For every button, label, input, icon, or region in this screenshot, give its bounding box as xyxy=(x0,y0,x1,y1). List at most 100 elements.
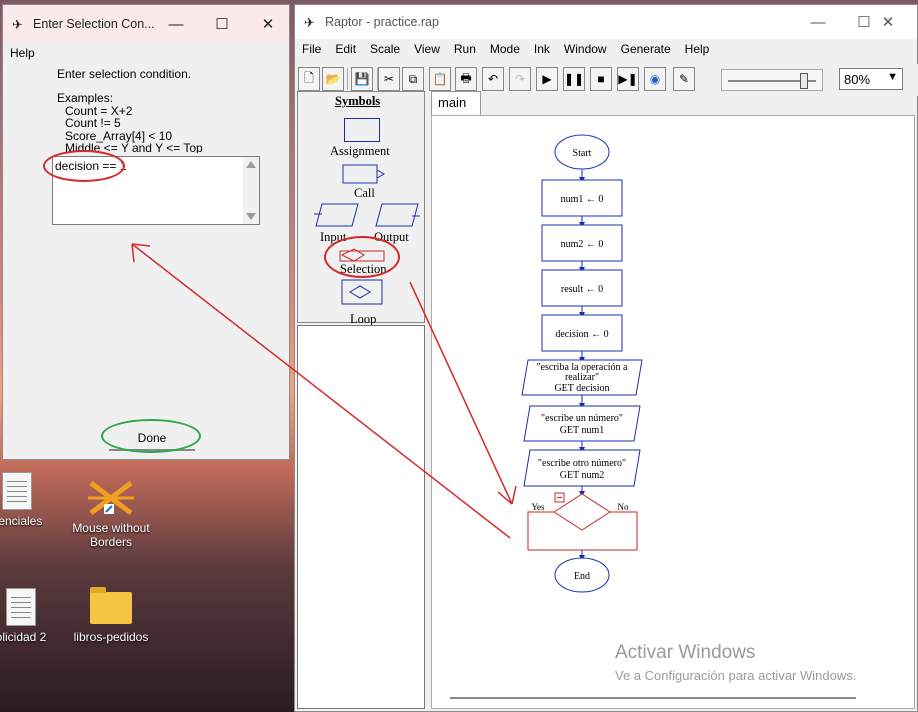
document-icon xyxy=(2,472,32,510)
flow-input-get: GET decision xyxy=(554,383,609,394)
close-button[interactable]: ✕ xyxy=(245,5,291,43)
annotation-green-ellipse xyxy=(101,419,201,453)
instruction-text: Enter selection condition. xyxy=(57,67,192,81)
menu-edit[interactable]: Edit xyxy=(328,42,363,56)
menu-mode[interactable]: Mode xyxy=(483,42,527,56)
desktop-icon-publicidad[interactable]: olicidad 2 xyxy=(0,588,66,644)
menu-generate[interactable]: Generate xyxy=(614,42,678,56)
toolbar-separator xyxy=(347,68,348,90)
menu-scale[interactable]: Scale xyxy=(363,42,407,56)
undo-icon[interactable]: ↶ xyxy=(482,67,504,91)
slider-thumb[interactable] xyxy=(800,73,808,89)
symbol-output[interactable] xyxy=(374,202,422,230)
flow-input-get: GET num2 xyxy=(560,470,605,481)
pen-icon[interactable]: ✎ xyxy=(673,67,695,91)
flow-assign-text: decision ← 0 xyxy=(555,329,608,340)
pause-icon[interactable]: ❚❚ xyxy=(563,67,585,91)
paste-icon[interactable]: 📋 xyxy=(429,67,451,91)
desktop-icon-mouse-without-borders[interactable]: Mouse without Borders xyxy=(66,478,156,549)
stop-icon[interactable]: ■ xyxy=(590,67,612,91)
menu-help[interactable]: Help xyxy=(3,46,42,60)
symbol-input[interactable] xyxy=(314,202,362,230)
copy-icon[interactable]: ⧉ xyxy=(402,67,424,91)
dialog-titlebar[interactable]: ✈ Enter Selection Con... — ☐ ✕ xyxy=(3,5,289,43)
test-server-icon[interactable]: ◉ xyxy=(644,67,666,91)
flow-input-prompt: "escribe un número" xyxy=(541,413,623,424)
watermark-title: Activar Windows xyxy=(615,642,756,663)
menu-window[interactable]: Window xyxy=(557,42,614,56)
minimize-button[interactable]: — xyxy=(795,5,841,39)
flow-assign-num2[interactable]: num2 ← 0 xyxy=(541,224,623,262)
zoom-select[interactable]: 80% ▼ xyxy=(839,68,903,90)
symbol-loop[interactable] xyxy=(340,278,388,308)
raptor-window: ✈ Raptor - practice.rap — ☐ ✕ File Edit … xyxy=(294,4,918,712)
raptor-logo-icon: ✈ xyxy=(304,15,315,30)
flow-input-prompt: "escribe otro número" xyxy=(538,458,626,469)
flow-start-text: Start xyxy=(573,148,592,159)
mouse-without-borders-icon xyxy=(88,481,134,515)
scroll-up-icon[interactable] xyxy=(246,161,256,168)
minimize-button[interactable]: — xyxy=(153,5,199,43)
maximize-button[interactable]: ☐ xyxy=(199,5,245,43)
symbol-assignment[interactable] xyxy=(344,118,380,142)
flow-no-label: No xyxy=(618,502,629,512)
scroll-down-icon[interactable] xyxy=(246,213,256,220)
speed-slider[interactable] xyxy=(721,69,823,91)
flow-input-num2[interactable]: "escribe otro número" GET num2 xyxy=(523,449,641,487)
flow-assign-num1[interactable]: num1 ← 0 xyxy=(541,179,623,217)
raptor-title: Raptor - practice.rap xyxy=(325,15,439,29)
desktop-icon-label: Mouse without Borders xyxy=(72,521,150,549)
menu-file[interactable]: File xyxy=(295,42,328,56)
annotation-red-ellipse xyxy=(43,150,125,182)
variables-panel xyxy=(297,325,425,709)
flow-input-get: GET num1 xyxy=(560,425,605,436)
menu-ink[interactable]: Ink xyxy=(527,42,557,56)
cut-icon[interactable]: ✂ xyxy=(378,67,400,91)
flow-selection[interactable]: Yes No xyxy=(527,492,638,551)
raptor-titlebar[interactable]: ✈ Raptor - practice.rap — ☐ ✕ xyxy=(295,5,917,39)
save-icon[interactable]: 💾 xyxy=(351,67,373,91)
desktop-icon-credenciales[interactable]: denciales xyxy=(0,472,62,528)
flow-assign-result[interactable]: result ← 0 xyxy=(541,269,623,307)
examples-heading: Examples: xyxy=(57,91,114,105)
flow-assign-decision[interactable]: decision ← 0 xyxy=(541,314,623,352)
flow-input-decision[interactable]: "escriba la operación a realizar" GET de… xyxy=(521,359,643,396)
symbols-panel: Symbols Assignment Call Input Output Sel… xyxy=(297,91,425,326)
flow-input-num1[interactable]: "escribe un número" GET num1 xyxy=(523,405,641,442)
watermark-subtitle: Ve a Configuración para activar Windows. xyxy=(615,668,857,683)
tab-main[interactable]: main xyxy=(431,91,481,115)
desktop-icon-label: olicidad 2 xyxy=(0,630,47,644)
flow-end[interactable]: End xyxy=(554,557,610,593)
desktop-icon-label: libros-pedidos xyxy=(73,630,149,644)
flow-end-text: End xyxy=(574,571,590,582)
flowchart-svg: Start num1 ← 0 num2 ← 0 result ← 0 decis… xyxy=(450,134,856,699)
flowchart-canvas[interactable]: Start num1 ← 0 num2 ← 0 result ← 0 decis… xyxy=(431,115,915,709)
zoom-value: 80% xyxy=(844,72,871,87)
run-icon[interactable]: ▶ xyxy=(536,67,558,91)
close-button[interactable]: ✕ xyxy=(865,5,911,39)
redo-icon[interactable]: ↷ xyxy=(509,67,531,91)
tab-main-label: main xyxy=(438,95,467,110)
step-icon[interactable]: ▶❚ xyxy=(617,67,639,91)
flow-yes-label: Yes xyxy=(531,502,545,512)
document-icon xyxy=(6,588,36,626)
chevron-down-icon: ▼ xyxy=(887,71,898,83)
desktop-icon-libros-pedidos[interactable]: libros-pedidos xyxy=(66,587,156,644)
open-folder-icon[interactable]: 📂 xyxy=(322,67,344,91)
dialog-menubar: Help xyxy=(3,43,289,63)
menu-view[interactable]: View xyxy=(407,42,447,56)
flow-start[interactable]: Start xyxy=(554,134,610,170)
symbols-heading: Symbols xyxy=(335,94,381,108)
print-icon[interactable]: 🖶 xyxy=(455,67,477,91)
menu-help[interactable]: Help xyxy=(678,42,717,56)
menu-run[interactable]: Run xyxy=(447,42,483,56)
symbol-call[interactable] xyxy=(342,164,392,186)
example-line: Count != 5 xyxy=(65,116,121,130)
new-file-icon[interactable]: 🗋 xyxy=(298,67,320,91)
scrollbar[interactable] xyxy=(243,157,259,224)
dialog-title: Enter Selection Con... xyxy=(33,17,155,31)
symbol-assignment-label: Assignment xyxy=(330,144,390,158)
flow-assign-text: result ← 0 xyxy=(561,284,603,295)
flow-assign-text: num2 ← 0 xyxy=(561,239,604,250)
annotation-red-ellipse xyxy=(324,236,400,278)
